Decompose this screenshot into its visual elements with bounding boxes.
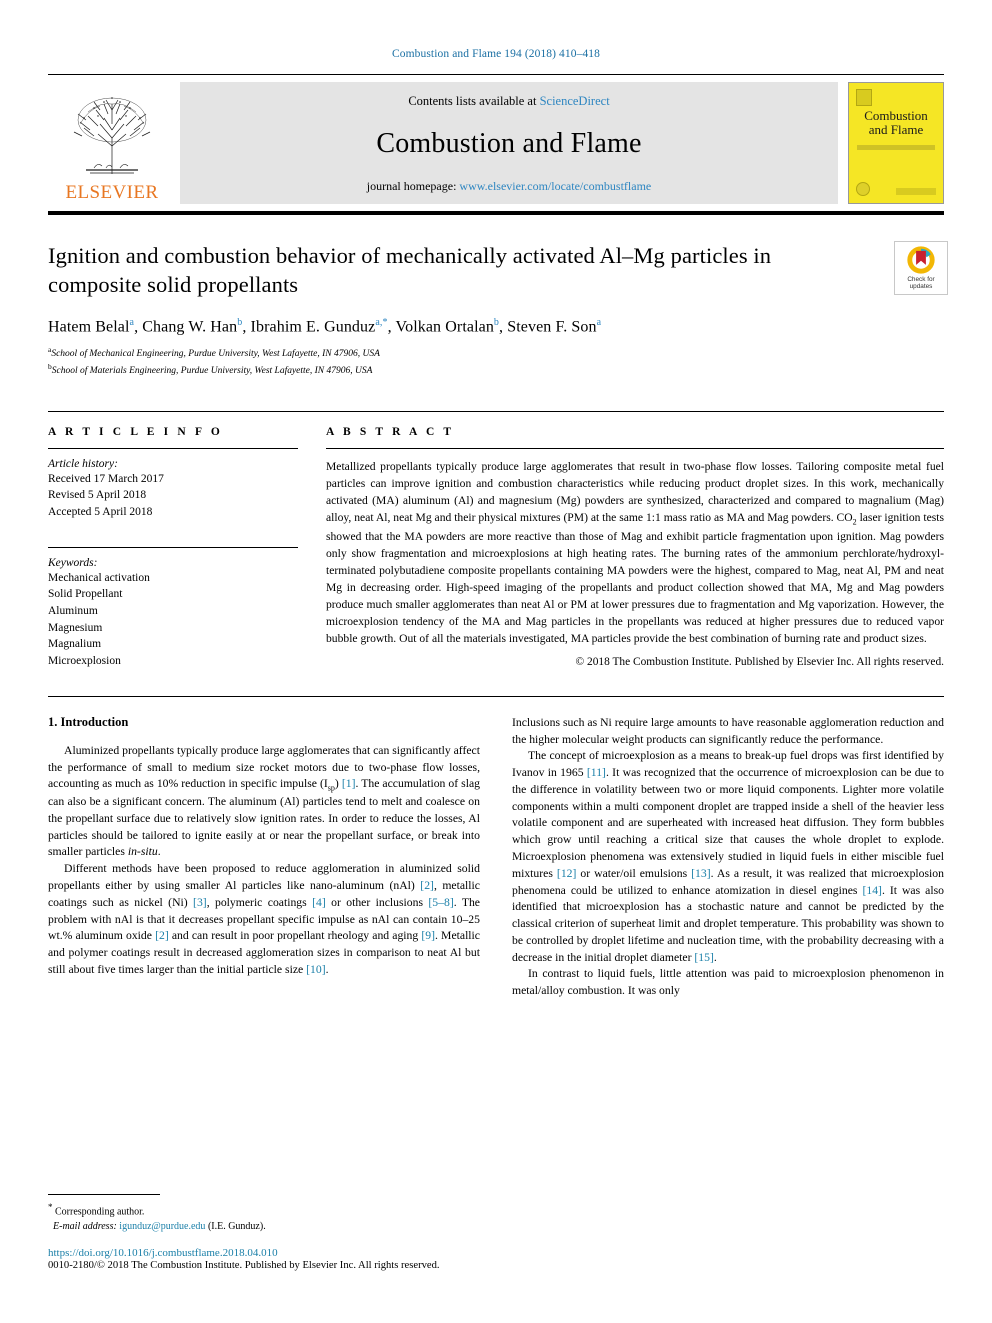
history-received: Received 17 March 2017 xyxy=(48,472,164,485)
crossmark-logo-icon xyxy=(907,246,935,274)
keyword-item: Aluminum xyxy=(48,605,98,618)
keyword-item: Mechanical activation xyxy=(48,571,150,584)
corresponding-author-note: * Corresponding author. xyxy=(48,1201,145,1217)
journal-homepage-line: journal homepage: www.elsevier.com/locat… xyxy=(367,179,651,194)
history-accepted: Accepted 5 April 2018 xyxy=(48,506,153,519)
affiliations: aSchool of Mechanical Engineering, Purdu… xyxy=(48,345,944,379)
article-history-label: Article history: xyxy=(48,457,118,470)
crossmark-check-for-updates-icon[interactable]: Check for updates xyxy=(894,241,948,295)
elsevier-wordmark: ELSEVIER xyxy=(65,182,159,203)
cover-seal-icon xyxy=(856,182,870,196)
body-paragraph: Inclusions such as Ni require large amou… xyxy=(512,715,944,746)
body-left-column: 1. Introduction Aluminized propellants t… xyxy=(48,715,480,1000)
keyword-item: Magnalium xyxy=(48,638,102,651)
journal-masthead: ELSEVIER Contents lists available at Sci… xyxy=(48,74,944,204)
journal-homepage-link[interactable]: www.elsevier.com/locate/combustflame xyxy=(459,179,651,193)
email-link[interactable]: igunduz@purdue.edu xyxy=(119,1221,205,1232)
sciencedirect-link[interactable]: ScienceDirect xyxy=(540,94,610,108)
article-info-rule xyxy=(48,447,298,449)
keywords-label: Keywords: xyxy=(48,556,98,569)
doi-link[interactable]: https://doi.org/10.1016/j.combustflame.2… xyxy=(48,1247,468,1259)
body-paragraph: The concept of microexplosion as a means… xyxy=(512,749,944,964)
abstract-heading: A B S T R A C T xyxy=(326,425,455,438)
journal-title: Combustion and Flame xyxy=(376,128,642,159)
keywords-rule xyxy=(48,546,298,548)
body-paragraph: Different methods have been proposed to … xyxy=(48,862,480,976)
footnote-rule xyxy=(48,1193,160,1195)
crossmark-label: Check for updates xyxy=(907,275,935,290)
cover-footer-bar xyxy=(896,188,936,195)
paper-page: Combustion and Flame 194 (2018) 410–418 xyxy=(0,0,992,1323)
body-paragraph: In contrast to liquid fuels, little atte… xyxy=(512,967,944,998)
cover-title: Combustion and Flame xyxy=(864,108,928,138)
keyword-item: Magnesium xyxy=(48,621,103,634)
abstract-rule xyxy=(326,447,944,449)
journal-cover-icon: Combustion and Flame xyxy=(848,82,944,204)
page-footer: * Corresponding author. E-mail address: … xyxy=(48,1193,468,1271)
running-head: Combustion and Flame 194 (2018) 410–418 xyxy=(391,48,600,60)
article-info-column: A R T I C L E I N F O Article history: R… xyxy=(48,426,298,670)
issn-copyright-line: 0010-2180/© 2018 The Combustion Institut… xyxy=(48,1260,440,1271)
email-note: E-mail address: igunduz@purdue.edu (I.E.… xyxy=(53,1221,266,1232)
affiliation-b: bSchool of Materials Engineering, Purdue… xyxy=(48,361,373,376)
title-block: Check for updates Ignition and combustio… xyxy=(48,241,948,379)
elsevier-logo: ELSEVIER xyxy=(48,82,176,204)
masthead-bottom-rule xyxy=(48,211,944,215)
author-list: Hatem Belala, Chang W. Hanb, Ibrahim E. … xyxy=(48,316,602,335)
history-revised: Revised 5 April 2018 xyxy=(48,489,147,502)
keyword-item: Microexplosion xyxy=(48,655,121,668)
abstract-column: A B S T R A C T Metallized propellants t… xyxy=(326,426,944,670)
cover-subtitle-bar xyxy=(857,145,935,150)
contents-banner: Contents lists available at ScienceDirec… xyxy=(180,82,838,204)
body-region: 1. Introduction Aluminized propellants t… xyxy=(48,695,944,1000)
asterisk-icon: * xyxy=(48,1201,53,1212)
info-abstract-region: A R T I C L E I N F O Article history: R… xyxy=(48,410,944,670)
elsevier-tree-icon xyxy=(64,90,160,182)
section-heading-introduction: 1. Introduction xyxy=(48,714,129,729)
contents-lists-line: Contents lists available at ScienceDirec… xyxy=(408,94,609,109)
body-paragraph: Aluminized propellants typically produce… xyxy=(48,743,481,859)
keyword-item: Solid Propellant xyxy=(48,588,123,601)
article-info-heading: A R T I C L E I N F O xyxy=(48,425,223,438)
affiliation-a: aSchool of Mechanical Engineering, Purdu… xyxy=(48,344,380,359)
homepage-prefix: journal homepage: xyxy=(366,179,460,193)
contents-prefix: Contents lists available at xyxy=(408,94,540,108)
page-title: Ignition and combustion behavior of mech… xyxy=(48,243,772,298)
abstract-text: Metallized propellants typically produce… xyxy=(326,459,944,646)
cover-elsevier-mark xyxy=(856,89,872,106)
body-right-column: Inclusions such as Ni require large amou… xyxy=(512,715,944,1000)
abstract-copyright: © 2018 The Combustion Institute. Publish… xyxy=(575,656,944,669)
